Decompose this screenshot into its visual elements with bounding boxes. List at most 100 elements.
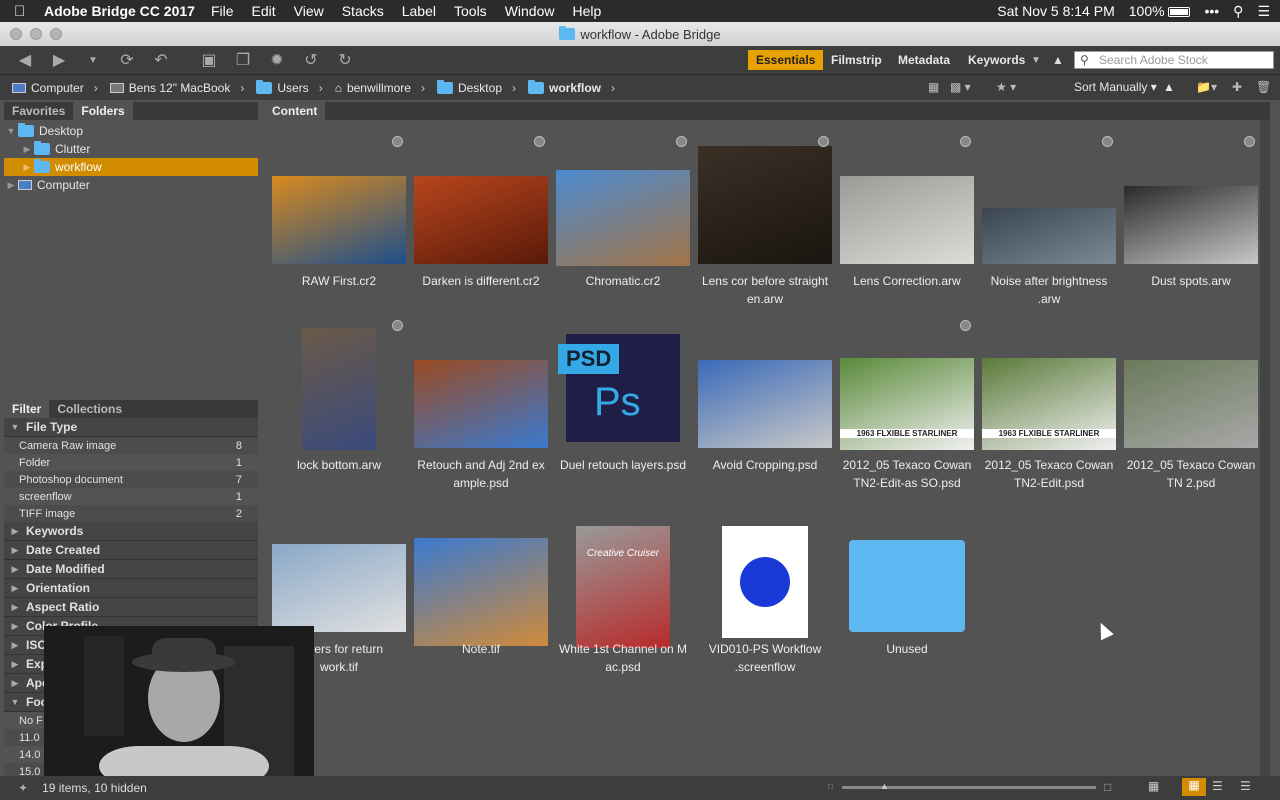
folder-tree-computer[interactable]: ▶ Computer	[4, 176, 258, 194]
thumbnail-filename[interactable]: Noise after brightness	[978, 272, 1120, 290]
thumbnail-item[interactable]: Creative Cruiser White 1st Channel on Mac…	[552, 496, 694, 680]
thumbnail-image[interactable]	[302, 328, 376, 450]
thumbnail-item[interactable]: 1963 FLXIBLE STARLINER 2012_05 Texaco Cow…	[978, 312, 1120, 496]
breadcrumb-benwillmore[interactable]: ⌂ benwillmore ›	[335, 81, 425, 95]
minimize-window-button[interactable]	[30, 28, 42, 40]
thumbnail-filename[interactable]: Dust spots.arw	[1120, 272, 1262, 290]
menu-tools[interactable]: Tools	[454, 3, 487, 19]
thumbnail-image[interactable]	[840, 176, 974, 264]
compact-mode-icon[interactable]: ▲	[1052, 50, 1064, 70]
thumbnail-item[interactable]: Dust spots.arw	[1120, 128, 1262, 312]
tab-favorites[interactable]: Favorites	[4, 102, 73, 120]
breadcrumb-workflow[interactable]: workflow ›	[528, 79, 615, 95]
thumbnail-filename[interactable]: lock bottom.arw	[268, 456, 410, 474]
open-recent-folder-icon[interactable]: 📁▾	[1196, 80, 1217, 94]
photoshop-file-icon[interactable]: PSD Ps	[558, 334, 680, 442]
thumbnail-item[interactable]: Lens Correction.arw	[836, 128, 978, 312]
thumbnail-image[interactable]: Creative Cruiser	[576, 526, 670, 648]
app-name-menu[interactable]: Adobe Bridge CC 2017	[44, 3, 195, 19]
rotate-left-icon[interactable]: ↺	[300, 50, 322, 70]
thumbnail-filename-line2[interactable]: ac.psd	[552, 658, 694, 676]
workspace-metadata[interactable]: Metadata	[898, 50, 950, 70]
folder-tree-desktop[interactable]: ▼ Desktop	[4, 122, 258, 140]
thumbnail-item[interactable]: lock bottom.arw	[268, 312, 410, 496]
thumbnail-item[interactable]: Retouch and Adj 2nd ex ample.psd	[410, 312, 552, 496]
menu-help[interactable]: Help	[572, 3, 601, 19]
breadcrumb-users[interactable]: Users ›	[256, 79, 323, 95]
thumbnail-filename-line2[interactable]: TN 2.psd	[1120, 474, 1262, 492]
star-filter-icon[interactable]: ★ ▾	[996, 80, 1016, 94]
filter-section-aspect-ratio[interactable]: ▶ Aspect Ratio	[4, 598, 258, 617]
thumbnail-item[interactable]: Lens cor before straight en.arw	[694, 128, 836, 312]
thumbnail-item[interactable]: Chromatic.cr2	[552, 128, 694, 312]
refine-icon[interactable]: ❐	[232, 50, 254, 70]
thumbnail-filename[interactable]: White 1st Channel on M	[552, 640, 694, 658]
thumbnail-filename[interactable]: Avoid Cropping.psd	[694, 456, 836, 474]
breadcrumb-computer[interactable]: Computer ›	[12, 81, 98, 95]
zoom-out-icon[interactable]: □	[828, 782, 833, 791]
thumbnail-item[interactable]: 2012_05 Texaco Cowan TN 2.psd	[1120, 312, 1262, 496]
reveal-recent-icon[interactable]: ↶	[150, 50, 172, 70]
thumbnail-item[interactable]: Note.tif	[410, 496, 552, 680]
clock[interactable]: Sat Nov 5 8:14 PM	[997, 3, 1115, 19]
thumbnail-filename[interactable]: Lens cor before straight	[694, 272, 836, 290]
thumbnail-image[interactable]	[698, 146, 832, 264]
zoom-in-icon[interactable]: □	[1104, 780, 1111, 794]
thumbnail-filename-line2[interactable]: en.arw	[694, 290, 836, 308]
thumbnail-filename-line2[interactable]: TN2-Edit-as SO.psd	[836, 474, 978, 492]
filter-section-orientation[interactable]: ▶ Orientation	[4, 579, 258, 598]
thumbnail-image[interactable]	[272, 176, 406, 264]
folder-tree-workflow[interactable]: ▶ workflow	[4, 158, 258, 176]
disclosure-closed-icon[interactable]: ▶	[20, 144, 34, 155]
recent-dropdown-icon[interactable]: ▼	[82, 55, 104, 66]
thumbnail-item[interactable]: 1963 FLXIBLE STARLINER 2012_05 Texaco Cow…	[836, 312, 978, 496]
trash-icon[interactable]: 🗑	[1256, 80, 1271, 94]
filter-section-date-modified[interactable]: ▶ Date Modified	[4, 560, 258, 579]
apple-icon[interactable]: 	[14, 3, 44, 20]
sort-ascending-icon[interactable]: ▲	[1163, 80, 1175, 94]
filter-row[interactable]: screenflow 1	[4, 488, 258, 505]
folder-icon[interactable]	[849, 540, 965, 632]
disclosure-closed-icon[interactable]: ▶	[20, 162, 34, 173]
workspace-filmstrip[interactable]: Filmstrip	[831, 50, 882, 70]
menu-label[interactable]: Label	[402, 3, 436, 19]
notification-center-icon[interactable]: ☰	[1257, 3, 1270, 20]
thumbnail-filename[interactable]: Note.tif	[410, 640, 552, 658]
tab-filter[interactable]: Filter	[4, 400, 50, 418]
thumbnail-item[interactable]: VID010-PS Workflow .screenflow	[694, 496, 836, 680]
thumbnail-image[interactable]: 1963 FLXIBLE STARLINER	[840, 358, 974, 450]
tab-collections[interactable]: Collections	[49, 400, 130, 418]
filter-section-date-created[interactable]: ▶ Date Created	[4, 541, 258, 560]
thumbnail-item[interactable]: Noise after brightness .arw	[978, 128, 1120, 312]
thumbnail-item[interactable]: Darken is different.cr2	[410, 128, 552, 312]
menu-edit[interactable]: Edit	[252, 3, 276, 19]
open-in-camera-raw-icon[interactable]: ✹	[266, 50, 288, 70]
view-list-icon[interactable]: ☰	[1240, 779, 1251, 793]
thumbnail-filename[interactable]: Darken is different.cr2	[410, 272, 552, 290]
tab-content[interactable]: Content	[264, 102, 326, 120]
thumbnail-filename-line2[interactable]: .screenflow	[694, 658, 836, 676]
thumbnail-image[interactable]	[982, 208, 1116, 264]
thumbnail-filename[interactable]: Unused	[836, 640, 978, 658]
content-scrollbar[interactable]	[1260, 120, 1270, 776]
thumbnail-filename[interactable]: 2012_05 Texaco Cowan	[978, 456, 1120, 474]
thumbnail-filename[interactable]: VID010-PS Workflow	[694, 640, 836, 658]
menu-file[interactable]: File	[211, 3, 234, 19]
disclosure-closed-icon[interactable]: ▶	[4, 180, 18, 191]
menu-stacks[interactable]: Stacks	[342, 3, 384, 19]
slider-handle[interactable]: ▲	[880, 781, 889, 791]
view-details-icon[interactable]: ☰	[1212, 779, 1223, 793]
more-icon[interactable]: •••	[1204, 3, 1219, 19]
filter-section-keywords[interactable]: ▶ Keywords	[4, 522, 258, 541]
workspace-keywords[interactable]: Keywords	[968, 50, 1025, 70]
thumbnail-filename[interactable]: 2012_05 Texaco Cowan	[836, 456, 978, 474]
rotate-right-icon[interactable]: ↻	[334, 50, 356, 70]
screenflow-file-icon[interactable]	[722, 526, 808, 638]
sort-dropdown[interactable]: Sort Manually ▾	[1074, 80, 1157, 94]
close-window-button[interactable]	[10, 28, 22, 40]
thumbnail-image[interactable]	[272, 544, 406, 632]
pin-icon[interactable]: ✦	[18, 781, 28, 795]
breadcrumb-macbook[interactable]: Bens 12" MacBook ›	[109, 81, 244, 95]
thumbnail-filename[interactable]: RAW First.cr2	[268, 272, 410, 290]
thumbnail-item[interactable]: PSD Ps Duel retouch layers.psd	[552, 312, 694, 496]
